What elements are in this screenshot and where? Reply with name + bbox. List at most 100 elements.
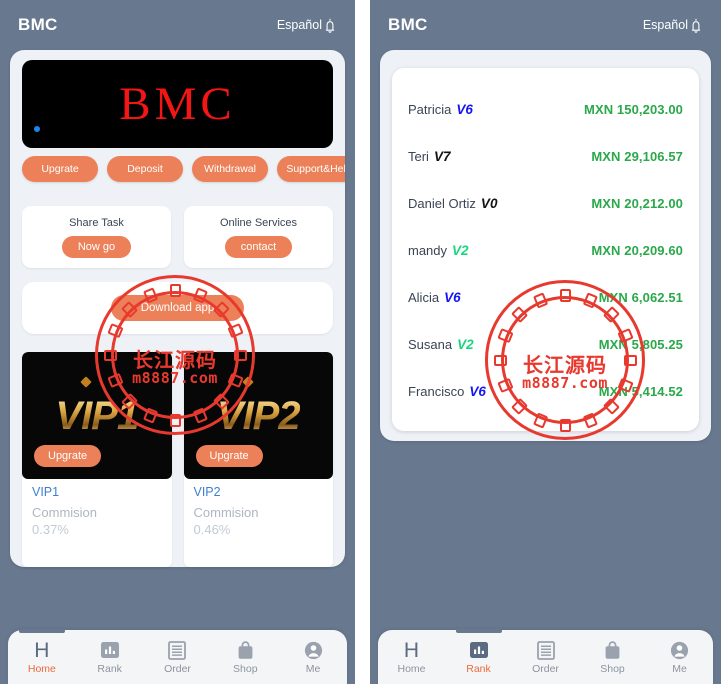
rank-card: Patricia V6 MXN 150,203.00 Teri V7 MXN 2… <box>380 50 711 441</box>
diamond-icon <box>80 376 92 388</box>
vip2-name[interactable]: VIP2 <box>194 485 324 499</box>
level-badge-prefix: V <box>433 149 443 164</box>
phone-screen-home: BMC Español BMC Upgrate Deposit Withdraw… <box>0 0 355 684</box>
table-row[interactable]: Susana V2 MXN 5,805.25 <box>408 321 683 368</box>
vip1-upgrate-button[interactable]: Upgrate <box>34 445 102 467</box>
withdrawal-button[interactable]: Withdrawal <box>192 156 268 182</box>
support-help-button[interactable]: Support&Help <box>277 156 345 182</box>
bell-icon[interactable] <box>689 18 703 33</box>
level-badge: V2 <box>457 337 474 352</box>
person-icon <box>670 639 689 661</box>
language-selector[interactable]: Español <box>643 18 688 32</box>
quick-actions-row: Upgrate Deposit Withdrawal Support&Help <box>10 156 345 196</box>
language-selector[interactable]: Español <box>277 18 322 32</box>
banner-logo-text: BMC <box>119 77 236 130</box>
list-icon <box>168 639 187 661</box>
vip2-commission-label: Commision <box>193 505 259 520</box>
level-badge-prefix: V <box>457 337 467 352</box>
page-title: BMC <box>388 15 428 34</box>
page-title: BMC <box>18 15 58 34</box>
rank-user-name: Alicia <box>408 290 440 305</box>
level-badge: V6 <box>444 290 461 305</box>
bottom-navigation-home: H Home Rank Order Shop Me <box>8 629 347 684</box>
banner-slide[interactable]: BMC <box>22 60 333 148</box>
home-icon: H <box>403 638 420 662</box>
rank-amount: MXN 20,212.00 <box>591 196 683 211</box>
tab-order-label: Order <box>164 663 191 675</box>
online-services-card[interactable]: Online Services contact <box>184 206 333 268</box>
tab-home[interactable]: H Home <box>14 629 70 675</box>
bell-icon[interactable] <box>323 18 337 33</box>
table-row[interactable]: Daniel Ortiz V0 MXN 20,212.00 <box>408 180 683 227</box>
rank-user-name: mandy <box>408 243 448 258</box>
rank-list: Patricia V6 MXN 150,203.00 Teri V7 MXN 2… <box>392 68 699 431</box>
rank-amount: MXN 29,106.57 <box>591 149 683 164</box>
download-section: Download app <box>10 282 345 334</box>
rank-entry-user: Teri V7 <box>408 149 450 164</box>
vip2-upgrate-button[interactable]: Upgrate <box>195 445 263 467</box>
table-row[interactable]: Francisco V6 MXN 5,414.52 <box>408 368 683 415</box>
level-badge-value: 6 <box>465 102 473 117</box>
table-row[interactable]: Alicia V6 MXN 6,062.51 <box>408 274 683 321</box>
tab-home[interactable]: H Home <box>384 638 440 676</box>
tab-order[interactable]: Order <box>518 639 574 675</box>
vip2-logo-text: VIP2 <box>216 393 301 438</box>
rank-entry-user: Daniel Ortiz V0 <box>408 196 497 211</box>
tab-rank[interactable]: Rank <box>451 629 507 675</box>
home-main-card: BMC Upgrate Deposit Withdrawal Support&H… <box>10 50 345 567</box>
banner-carousel[interactable]: BMC <box>10 50 345 156</box>
level-badge-prefix: V <box>444 290 454 305</box>
table-row[interactable]: mandy V2 MXN 20,209.60 <box>408 227 683 274</box>
level-badge: V6 <box>469 384 486 399</box>
vip2-commission-value: 0.46% <box>193 522 231 537</box>
tab-shop[interactable]: Shop <box>585 639 641 675</box>
level-badge-value: 2 <box>461 243 469 258</box>
now-go-button[interactable]: Now go <box>61 235 132 258</box>
active-tab-marker <box>455 629 502 633</box>
header-actions: Español <box>277 18 337 33</box>
rank-amount: MXN 5,414.52 <box>598 384 683 399</box>
mini-cards-row: Share Task Now go Online Services contac… <box>10 196 345 268</box>
rank-entry-user: mandy V2 <box>408 243 469 258</box>
deposit-button[interactable]: Deposit <box>107 156 183 182</box>
download-app-button[interactable]: Download app <box>110 295 245 321</box>
carousel-indicator-dot[interactable] <box>34 126 40 132</box>
tab-shop[interactable]: Shop <box>217 639 273 675</box>
phone-screen-rank: BMC Español Patricia V6 MXN 150,203.00 T… <box>370 0 721 684</box>
shopping-bag-icon <box>604 639 621 661</box>
vip-card-1[interactable]: VIP1 Upgrate VIP1 Commision 0.37% <box>22 352 172 567</box>
vip1-commission-value: 0.37% <box>32 522 69 537</box>
tab-rank-label: Rank <box>466 663 491 675</box>
header-actions: Español <box>643 18 703 33</box>
rank-amount: MXN 20,209.60 <box>591 243 683 258</box>
vip1-commission-label: Commision <box>32 505 98 520</box>
online-services-title: Online Services <box>219 216 298 229</box>
table-row[interactable]: Patricia V6 MXN 150,203.00 <box>408 86 683 133</box>
level-badge: V2 <box>452 243 469 258</box>
list-icon <box>536 639 555 661</box>
rank-user-name: Francisco <box>408 384 465 399</box>
vip2-image: VIP2 Upgrate <box>183 352 333 479</box>
rank-user-name: Susana <box>408 337 453 352</box>
vip1-name[interactable]: VIP1 <box>32 485 162 499</box>
tab-me[interactable]: Me <box>285 639 341 675</box>
dual-screenshot: BMC Español BMC Upgrate Deposit Withdraw… <box>0 0 721 684</box>
table-row[interactable]: Teri V7 MXN 29,106.57 <box>408 133 683 180</box>
tab-rank[interactable]: Rank <box>82 639 138 675</box>
level-badge-value: 6 <box>478 384 486 399</box>
vip-card-2[interactable]: VIP2 Upgrate VIP2 Commision 0.46% <box>183 352 333 567</box>
shopping-bag-icon <box>237 639 254 661</box>
share-task-card[interactable]: Share Task Now go <box>22 206 171 268</box>
level-badge: V6 <box>456 102 473 117</box>
level-badge-value: 6 <box>453 290 461 305</box>
vip1-info: VIP1 Commision 0.37% <box>22 479 172 567</box>
rank-entry-user: Patricia V6 <box>408 102 473 117</box>
tab-shop-label: Shop <box>600 663 625 675</box>
tab-order[interactable]: Order <box>149 639 205 675</box>
contact-button[interactable]: contact <box>224 235 293 258</box>
level-badge-value: 0 <box>489 196 498 211</box>
tab-me[interactable]: Me <box>652 639 708 675</box>
vip1-logo-text: VIP1 <box>55 393 139 438</box>
upgrate-button[interactable]: Upgrate <box>22 156 98 182</box>
